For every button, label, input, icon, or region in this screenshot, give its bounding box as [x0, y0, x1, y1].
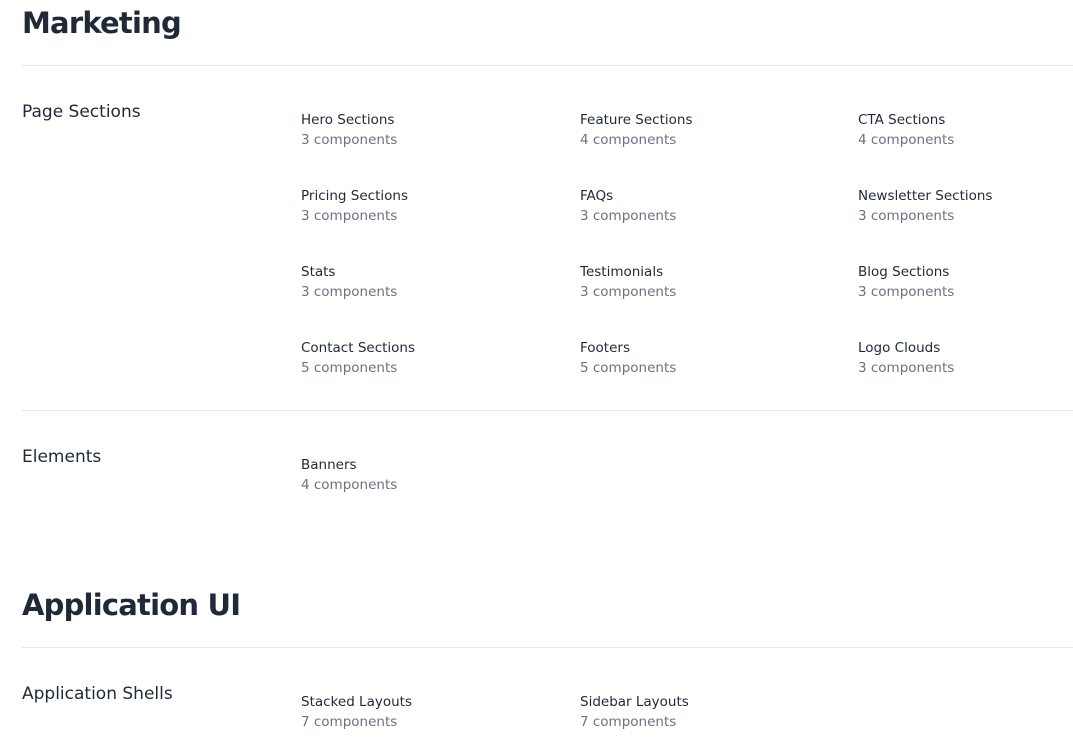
category-name: Hero Sections [301, 112, 395, 128]
component-count: 7 components [580, 714, 677, 730]
category-name: Testimonials [580, 264, 664, 280]
category-name: Stacked Layouts [301, 694, 412, 710]
group-title-application-ui: Application UI [22, 588, 241, 622]
divider [22, 647, 1073, 648]
category-link-blog-sections[interactable]: Blog Sections 3 components [858, 262, 1073, 302]
category-link-testimonials[interactable]: Testimonials 3 components [580, 262, 820, 302]
category-link-stacked-layouts[interactable]: Stacked Layouts 7 components [301, 692, 541, 732]
category-name: Footers [580, 340, 630, 356]
category-link-footers[interactable]: Footers 5 components [580, 338, 820, 378]
category-link-hero-sections[interactable]: Hero Sections 3 components [301, 110, 541, 150]
component-count: 4 components [858, 132, 955, 148]
category-name: Blog Sections [858, 264, 950, 280]
section-label-page-sections: Page Sections [22, 102, 141, 122]
section-label-elements: Elements [22, 447, 102, 467]
component-count: 5 components [580, 360, 677, 376]
component-count: 3 components [580, 284, 677, 300]
category-link-cta-sections[interactable]: CTA Sections 4 components [858, 110, 1073, 150]
divider [22, 65, 1073, 66]
category-name: CTA Sections [858, 112, 946, 128]
category-name: Sidebar Layouts [580, 694, 689, 710]
category-link-logo-clouds[interactable]: Logo Clouds 3 components [858, 338, 1073, 378]
section-label-application-shells: Application Shells [22, 684, 173, 704]
category-name: Contact Sections [301, 340, 416, 356]
category-link-stats[interactable]: Stats 3 components [301, 262, 541, 302]
category-name: Stats [301, 264, 336, 280]
category-name: Banners [301, 457, 357, 473]
component-count: 7 components [301, 714, 398, 730]
component-count: 3 components [301, 284, 398, 300]
category-page: Marketing Page Sections Hero Sections 3 … [0, 0, 1073, 745]
category-link-newsletter-sections[interactable]: Newsletter Sections 3 components [858, 186, 1073, 226]
category-name: Newsletter Sections [858, 188, 993, 204]
group-title-marketing: Marketing [22, 6, 182, 40]
category-name: Pricing Sections [301, 188, 408, 204]
category-link-contact-sections[interactable]: Contact Sections 5 components [301, 338, 541, 378]
category-link-banners[interactable]: Banners 4 components [301, 455, 541, 495]
component-count: 3 components [858, 360, 955, 376]
component-count: 3 components [301, 208, 398, 224]
category-link-feature-sections[interactable]: Feature Sections 4 components [580, 110, 820, 150]
component-count: 3 components [858, 208, 955, 224]
component-count: 4 components [301, 477, 398, 493]
category-name: FAQs [580, 188, 614, 204]
component-count: 3 components [580, 208, 677, 224]
component-count: 3 components [301, 132, 398, 148]
category-link-sidebar-layouts[interactable]: Sidebar Layouts 7 components [580, 692, 820, 732]
component-count: 4 components [580, 132, 677, 148]
component-count: 5 components [301, 360, 398, 376]
category-link-faqs[interactable]: FAQs 3 components [580, 186, 820, 226]
category-link-pricing-sections[interactable]: Pricing Sections 3 components [301, 186, 541, 226]
category-name: Logo Clouds [858, 340, 941, 356]
category-name: Feature Sections [580, 112, 693, 128]
component-count: 3 components [858, 284, 955, 300]
divider [22, 410, 1073, 411]
